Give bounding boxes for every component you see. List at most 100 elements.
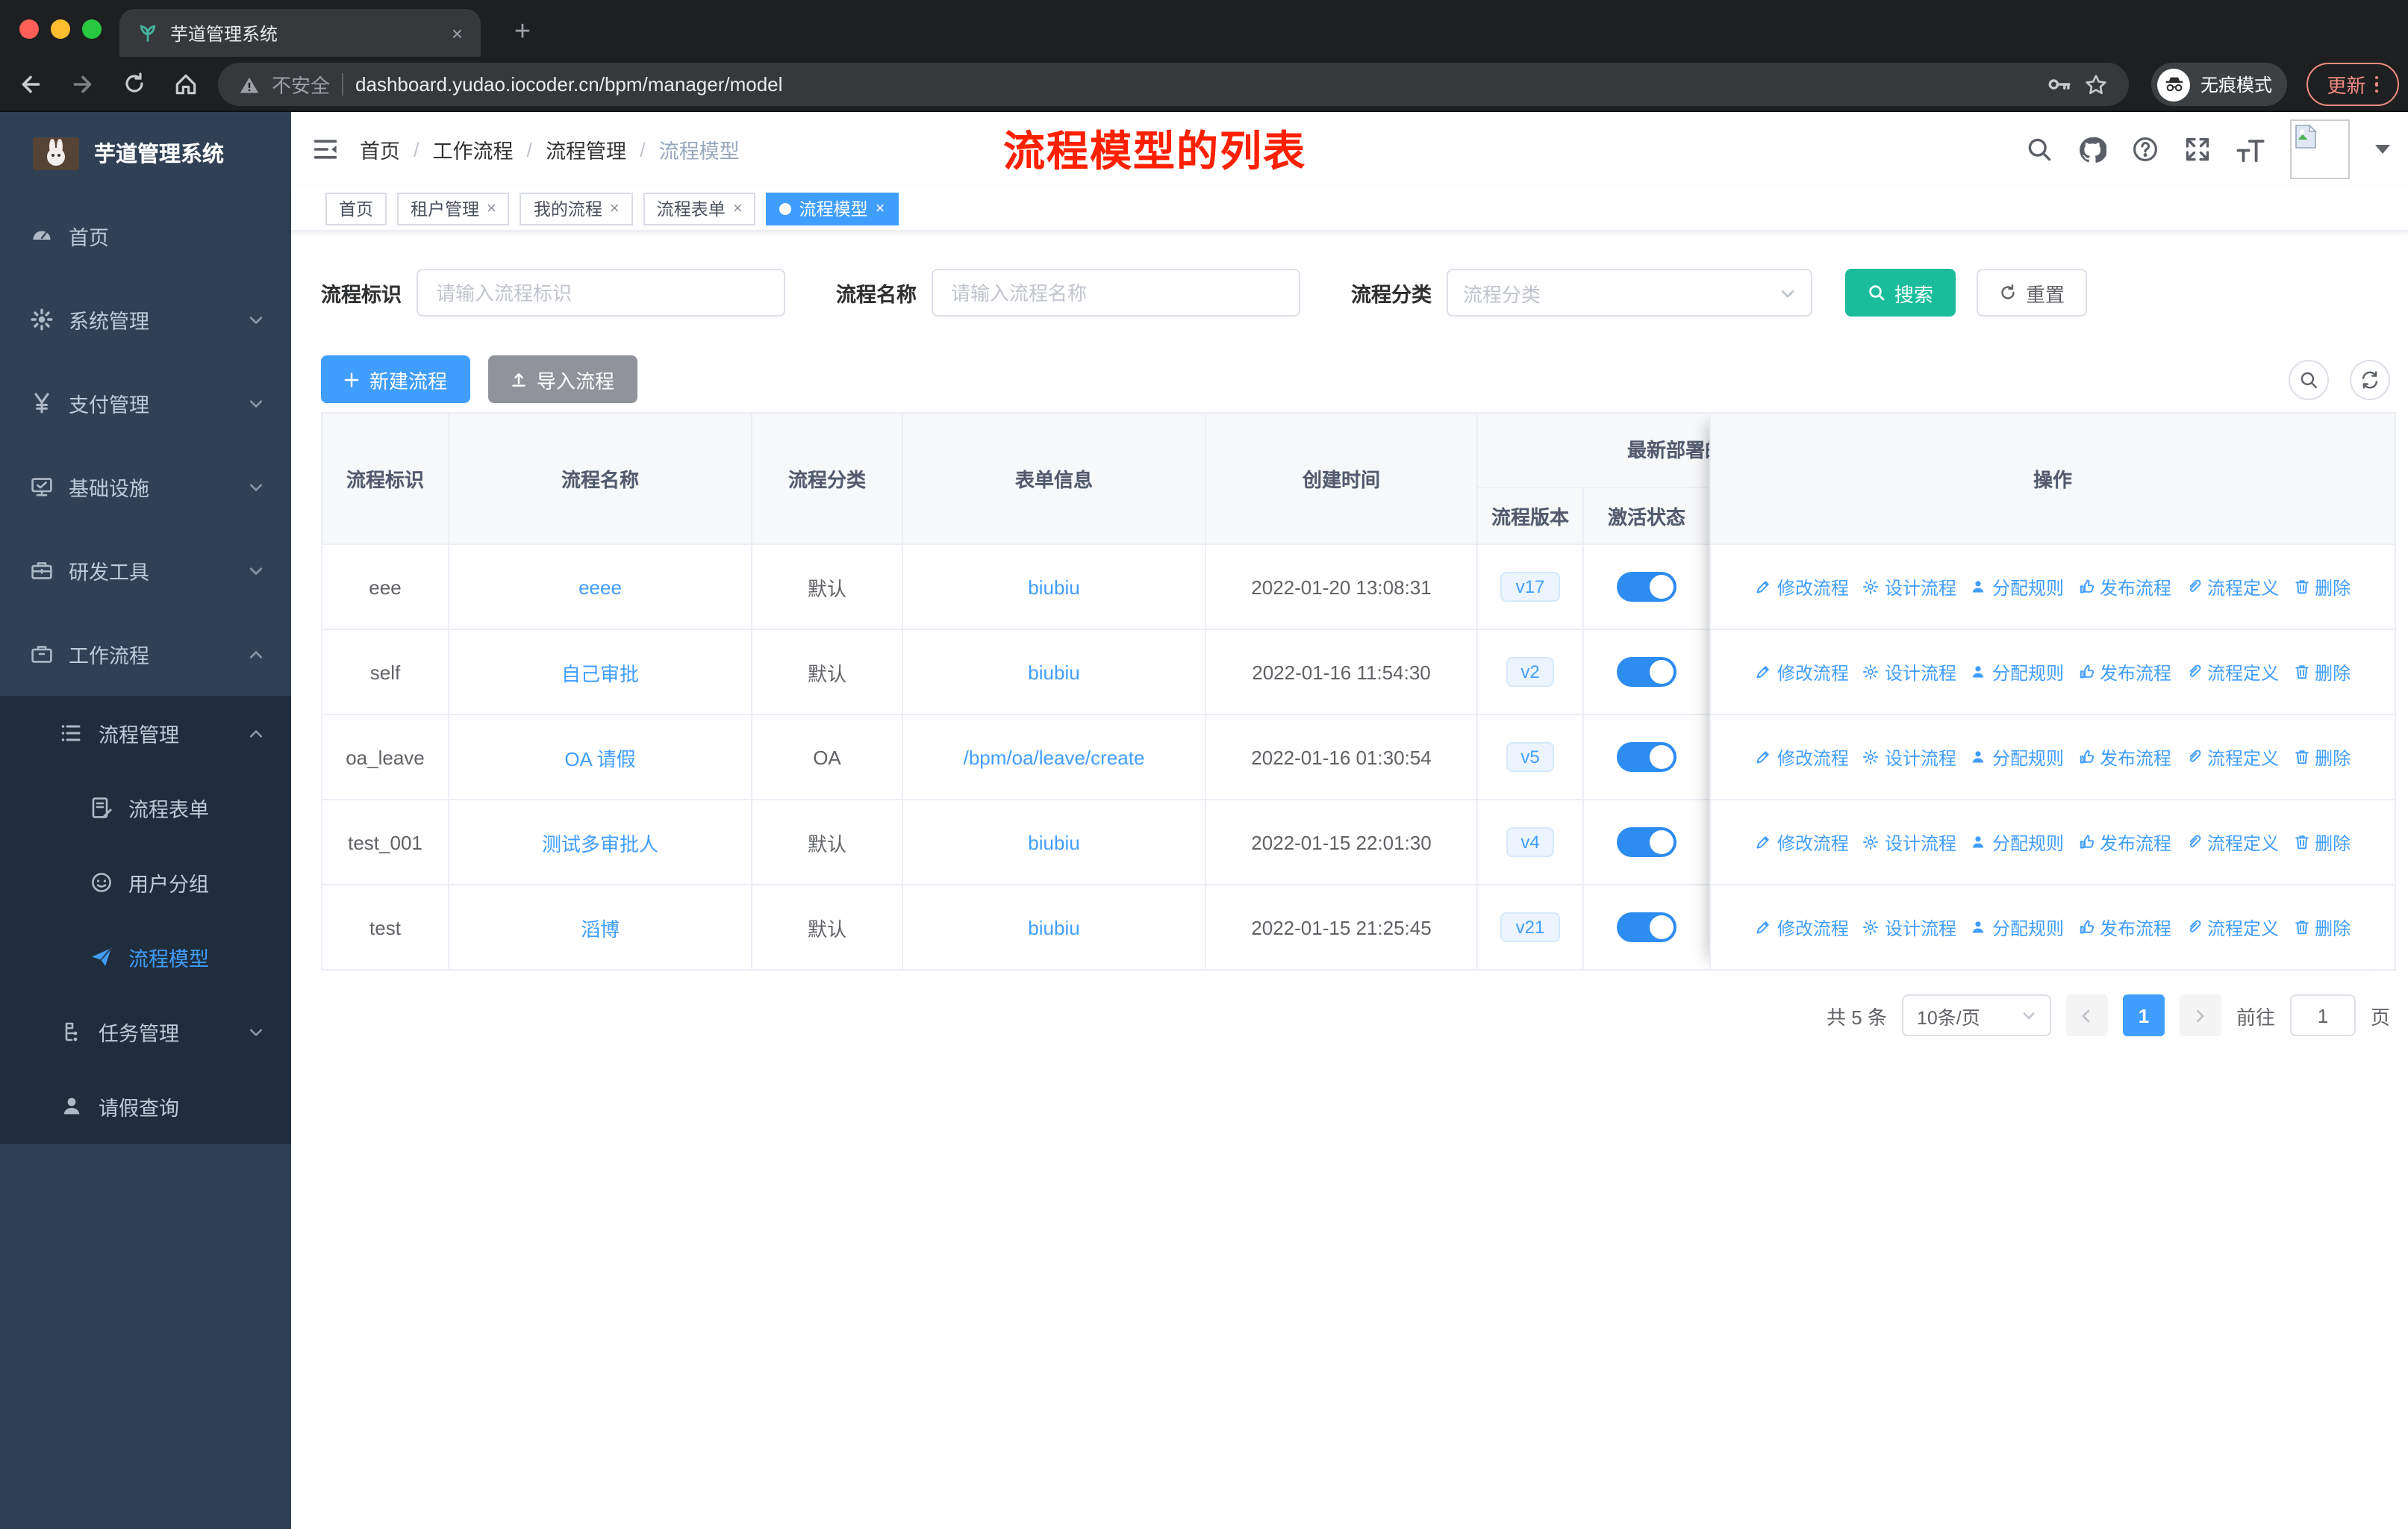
active-status-toggle[interactable]: [1617, 572, 1676, 602]
cell-process-name-link[interactable]: 自己审批: [561, 662, 639, 685]
action-process-definition[interactable]: 流程定义: [2185, 915, 2279, 940]
tag-close-icon[interactable]: ×: [610, 199, 620, 217]
action-design-process[interactable]: 设计流程: [1862, 915, 1956, 940]
sidebar-item-user[interactable]: 请假查询: [0, 1069, 291, 1144]
breadcrumb-item[interactable]: 流程管理: [546, 134, 626, 164]
cell-process-name-link[interactable]: 滔博: [581, 918, 620, 940]
cell-form-link[interactable]: biubiu: [1028, 576, 1079, 598]
sidebar-item-yen[interactable]: 支付管理: [0, 361, 291, 445]
version-badge[interactable]: v5: [1506, 742, 1555, 772]
sidebar-item-group[interactable]: 用户分组: [0, 845, 291, 920]
tag-close-icon[interactable]: ×: [876, 199, 885, 217]
process-key-input[interactable]: [417, 269, 785, 317]
tag-active[interactable]: 流程模型 ×: [766, 192, 899, 225]
create-process-button[interactable]: 新建流程: [321, 355, 470, 403]
address-bar[interactable]: 不安全 dashboard.yudao.iocoder.cn/bpm/manag…: [218, 63, 2129, 106]
show-search-toggle-button[interactable]: [2289, 359, 2329, 399]
cell-process-name-link[interactable]: eeee: [578, 576, 622, 598]
action-process-definition[interactable]: 流程定义: [2185, 574, 2279, 600]
refresh-table-button[interactable]: [2350, 359, 2390, 399]
action-edit-process[interactable]: 修改流程: [1755, 915, 1849, 940]
action-delete[interactable]: 删除: [2292, 829, 2351, 855]
home-icon[interactable]: [173, 71, 199, 96]
action-publish-process[interactable]: 发布流程: [2077, 829, 2171, 855]
action-design-process[interactable]: 设计流程: [1862, 659, 1956, 685]
sidebar-item-plane[interactable]: 流程模型: [0, 920, 291, 994]
action-delete[interactable]: 删除: [2292, 574, 2351, 600]
tag-close-icon[interactable]: ×: [487, 199, 496, 217]
tag-item[interactable]: 首页: [325, 192, 387, 225]
process-name-input[interactable]: [932, 269, 1300, 317]
action-process-definition[interactable]: 流程定义: [2185, 659, 2279, 685]
sidebar-logo[interactable]: 芋道管理系统: [0, 112, 291, 194]
sidebar-item-infra[interactable]: 基础设施: [0, 445, 291, 529]
action-assign-rule[interactable]: 分配规则: [1970, 659, 2064, 685]
action-edit-process[interactable]: 修改流程: [1755, 659, 1849, 685]
browser-update-button[interactable]: 更新: [2306, 63, 2399, 106]
collapse-sidebar-icon[interactable]: [312, 136, 339, 163]
action-design-process[interactable]: 设计流程: [1862, 574, 1956, 600]
user-avatar-broken-image[interactable]: [2290, 119, 2350, 179]
next-page-button[interactable]: [2179, 994, 2221, 1036]
action-publish-process[interactable]: 发布流程: [2077, 574, 2171, 600]
action-edit-process[interactable]: 修改流程: [1755, 829, 1849, 855]
browser-menu-icon[interactable]: [2374, 75, 2379, 93]
avatar-dropdown-caret-icon[interactable]: [2375, 145, 2390, 154]
tag-item[interactable]: 租户管理 ×: [397, 192, 510, 225]
action-publish-process[interactable]: 发布流程: [2077, 915, 2171, 940]
cell-form-link[interactable]: biubiu: [1028, 916, 1079, 938]
search-button[interactable]: 搜索: [1845, 269, 1956, 317]
sidebar-item-gear[interactable]: 系统管理: [0, 278, 291, 361]
active-status-toggle[interactable]: [1617, 742, 1676, 772]
cell-form-link[interactable]: biubiu: [1028, 831, 1079, 853]
action-delete[interactable]: 删除: [2292, 744, 2351, 770]
active-status-toggle[interactable]: [1617, 657, 1676, 687]
sidebar-item-form[interactable]: 流程表单: [0, 770, 291, 845]
fullscreen-icon[interactable]: [2184, 136, 2211, 163]
cell-form-link[interactable]: /bpm/oa/leave/create: [964, 746, 1145, 768]
cell-process-name-link[interactable]: 测试多审批人: [542, 832, 658, 855]
password-key-icon[interactable]: [2047, 72, 2072, 97]
help-icon[interactable]: [2132, 136, 2159, 163]
browser-tab[interactable]: 芋道管理系统 ×: [119, 9, 481, 57]
cell-form-link[interactable]: biubiu: [1028, 661, 1079, 683]
current-page-button[interactable]: 1: [2122, 994, 2165, 1036]
action-publish-process[interactable]: 发布流程: [2077, 744, 2171, 770]
action-publish-process[interactable]: 发布流程: [2077, 659, 2171, 685]
action-design-process[interactable]: 设计流程: [1862, 829, 1956, 855]
page-size-select[interactable]: 10条/页: [1901, 994, 2051, 1036]
category-select[interactable]: 流程分类: [1447, 269, 1812, 317]
forward-icon[interactable]: [70, 71, 96, 96]
version-badge[interactable]: v4: [1506, 827, 1555, 857]
action-process-definition[interactable]: 流程定义: [2185, 829, 2279, 855]
goto-page-input[interactable]: [2289, 994, 2356, 1036]
font-size-icon[interactable]: [2236, 135, 2265, 164]
security-label[interactable]: 不安全: [272, 70, 330, 99]
tag-close-icon[interactable]: ×: [733, 199, 743, 217]
search-icon[interactable]: [2026, 136, 2053, 163]
close-window-button[interactable]: [19, 19, 39, 39]
sidebar-item-task[interactable]: 任务管理: [0, 994, 291, 1069]
tab-close-icon[interactable]: ×: [452, 22, 463, 44]
bookmark-star-icon[interactable]: [2084, 72, 2108, 96]
window-controls[interactable]: [19, 19, 102, 39]
import-process-button[interactable]: 导入流程: [488, 355, 637, 403]
sidebar-item-home[interactable]: 首页: [0, 194, 291, 278]
reset-button[interactable]: 重置: [1977, 269, 2088, 317]
zoom-window-button[interactable]: [82, 19, 102, 39]
prev-page-button[interactable]: [2065, 994, 2108, 1036]
active-status-toggle[interactable]: [1617, 827, 1676, 857]
back-icon[interactable]: [18, 71, 43, 96]
tag-item[interactable]: 流程表单 ×: [643, 192, 756, 225]
breadcrumb-item[interactable]: 工作流程: [433, 134, 514, 164]
action-delete[interactable]: 删除: [2292, 915, 2351, 940]
action-delete[interactable]: 删除: [2292, 659, 2351, 685]
action-edit-process[interactable]: 修改流程: [1755, 744, 1849, 770]
breadcrumb-item[interactable]: 首页: [360, 134, 400, 164]
reload-icon[interactable]: [122, 72, 146, 96]
active-status-toggle[interactable]: [1617, 912, 1676, 942]
version-badge[interactable]: v21: [1500, 912, 1560, 942]
sidebar-item-tool[interactable]: 研发工具: [0, 529, 291, 612]
action-design-process[interactable]: 设计流程: [1862, 744, 1956, 770]
action-process-definition[interactable]: 流程定义: [2185, 744, 2279, 770]
